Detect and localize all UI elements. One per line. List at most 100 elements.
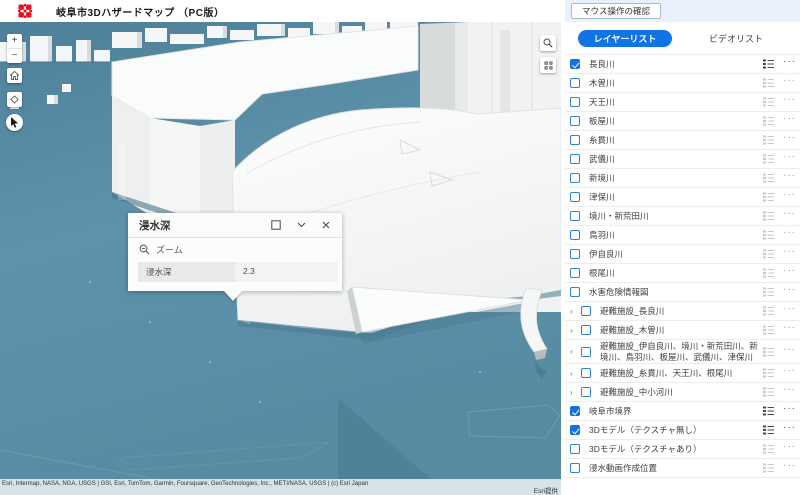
expand-chevron-icon[interactable]: › <box>570 388 581 397</box>
layer-options-menu[interactable]: ··· <box>783 404 798 416</box>
layer-row: › 根尾川 ··· <box>565 264 800 283</box>
legend-icon[interactable] <box>763 135 774 145</box>
legend-icon[interactable] <box>763 97 774 107</box>
legend-icon[interactable] <box>763 173 774 183</box>
layer-visibility-checkbox[interactable] <box>570 135 580 145</box>
layer-options-menu[interactable]: ··· <box>783 209 798 221</box>
layer-visibility-checkbox[interactable] <box>570 192 580 202</box>
layer-options-menu[interactable]: ··· <box>783 152 798 164</box>
layer-label: 津保川 <box>589 191 615 202</box>
layer-options-menu[interactable]: ··· <box>783 461 798 473</box>
expand-chevron-icon[interactable]: › <box>570 307 581 316</box>
layer-visibility-checkbox[interactable] <box>581 325 591 335</box>
zoom-in-button[interactable]: + <box>7 35 22 49</box>
legend-icon[interactable] <box>763 444 774 454</box>
zoom-out-button[interactable]: − <box>7 49 22 63</box>
legend-icon[interactable] <box>763 287 774 297</box>
legend-icon[interactable] <box>763 425 774 435</box>
layer-options-menu[interactable]: ··· <box>783 366 798 378</box>
layer-options-menu[interactable]: ··· <box>783 285 798 297</box>
legend-icon[interactable] <box>763 463 774 473</box>
layer-options-menu[interactable]: ··· <box>783 76 798 88</box>
collapse-chevron-icon[interactable] <box>292 216 310 234</box>
layer-visibility-checkbox[interactable] <box>570 406 580 417</box>
legend-icon[interactable] <box>763 406 774 416</box>
popup-zoom-action[interactable]: ズーム <box>128 238 342 261</box>
legend-icon[interactable] <box>763 192 774 202</box>
layer-visibility-checkbox[interactable] <box>570 463 580 474</box>
layer-label: 避難施設_伊自良川、境川・新荒田川、新境川、鳥羽川、板屋川、武儀川、津保川 <box>600 341 758 362</box>
layer-visibility-checkbox[interactable] <box>581 346 591 357</box>
popup-pointer <box>224 291 242 301</box>
legend-icon[interactable] <box>763 78 774 88</box>
layer-visibility-checkbox[interactable] <box>570 173 580 183</box>
layer-visibility-checkbox[interactable] <box>570 268 580 278</box>
popup-zoom-label: ズーム <box>156 245 183 255</box>
layer-visibility-checkbox[interactable] <box>570 59 580 69</box>
expand-chevron-icon[interactable]: › <box>570 326 581 335</box>
legend-icon[interactable] <box>763 154 774 164</box>
layer-options-menu[interactable]: ··· <box>783 171 798 183</box>
legend-icon[interactable] <box>763 387 774 397</box>
search-button[interactable] <box>540 35 556 51</box>
layer-label: 新境川 <box>589 172 615 183</box>
map-3d-scene[interactable]: + − 浸水深 ズーム 浸水深 2.3 Esri, Intermap, NASA… <box>0 22 561 495</box>
tab-layer-list[interactable]: レイヤーリスト <box>578 29 672 47</box>
dock-icon[interactable] <box>267 216 285 234</box>
legend-icon[interactable] <box>763 249 774 259</box>
legend-icon[interactable] <box>763 325 774 335</box>
legend-icon[interactable] <box>763 211 774 221</box>
layer-options-menu[interactable]: ··· <box>783 423 798 435</box>
legend-icon[interactable] <box>763 59 774 69</box>
layer-visibility-checkbox[interactable] <box>570 425 580 436</box>
gifu-city-logo-icon <box>18 4 32 18</box>
sidebar: マウス操作の確認 レイヤーリスト ビデオリスト › 長良川 ··· › 木曽川 … <box>565 0 800 495</box>
layer-visibility-checkbox[interactable] <box>570 230 580 240</box>
layer-options-menu[interactable]: ··· <box>783 266 798 278</box>
layer-visibility-checkbox[interactable] <box>570 154 580 164</box>
locate-button[interactable] <box>7 92 22 107</box>
expand-chevron-icon[interactable]: › <box>570 369 581 378</box>
layer-options-menu[interactable]: ··· <box>783 344 798 357</box>
tab-video-list[interactable]: ビデオリスト <box>672 32 800 45</box>
pointer-tool-button[interactable] <box>6 114 23 131</box>
legend-icon[interactable] <box>763 306 774 316</box>
basemap-gallery-button[interactable] <box>540 57 556 73</box>
layer-visibility-checkbox[interactable] <box>570 116 580 126</box>
layer-options-menu[interactable]: ··· <box>783 57 798 69</box>
layer-visibility-checkbox[interactable] <box>581 368 591 379</box>
expand-chevron-icon[interactable]: › <box>570 347 581 356</box>
layer-row: › 新境川 ··· <box>565 169 800 188</box>
legend-icon[interactable] <box>763 268 774 278</box>
close-icon[interactable] <box>317 216 335 234</box>
layer-visibility-checkbox[interactable] <box>581 387 591 398</box>
legend-icon[interactable] <box>763 368 774 378</box>
layer-options-menu[interactable]: ··· <box>783 385 798 397</box>
legend-icon[interactable] <box>763 116 774 126</box>
layer-label: 糸貫川 <box>589 134 615 145</box>
layer-options-menu[interactable]: ··· <box>783 442 798 454</box>
layer-visibility-checkbox[interactable] <box>570 97 580 107</box>
layer-visibility-checkbox[interactable] <box>570 78 580 88</box>
layer-visibility-checkbox[interactable] <box>570 211 580 221</box>
mouse-help-button[interactable]: マウス操作の確認 <box>571 3 662 19</box>
layer-row: › 長良川 ··· <box>565 55 800 74</box>
layer-label: 伊自良川 <box>589 248 624 259</box>
zoom-control: + − <box>7 34 22 63</box>
layer-options-menu[interactable]: ··· <box>783 114 798 126</box>
layer-options-menu[interactable]: ··· <box>783 95 798 107</box>
layer-options-menu[interactable]: ··· <box>783 133 798 145</box>
layer-row: › 木曽川 ··· <box>565 74 800 93</box>
layer-options-menu[interactable]: ··· <box>783 228 798 240</box>
home-button[interactable] <box>7 68 22 83</box>
layer-options-menu[interactable]: ··· <box>783 247 798 259</box>
legend-icon[interactable] <box>763 230 774 240</box>
layer-visibility-checkbox[interactable] <box>570 444 580 455</box>
layer-visibility-checkbox[interactable] <box>570 287 580 297</box>
layer-options-menu[interactable]: ··· <box>783 190 798 202</box>
layer-visibility-checkbox[interactable] <box>570 249 580 259</box>
layer-visibility-checkbox[interactable] <box>581 306 591 316</box>
layer-options-menu[interactable]: ··· <box>783 304 798 316</box>
layer-options-menu[interactable]: ··· <box>783 323 798 335</box>
legend-icon[interactable] <box>763 347 774 357</box>
